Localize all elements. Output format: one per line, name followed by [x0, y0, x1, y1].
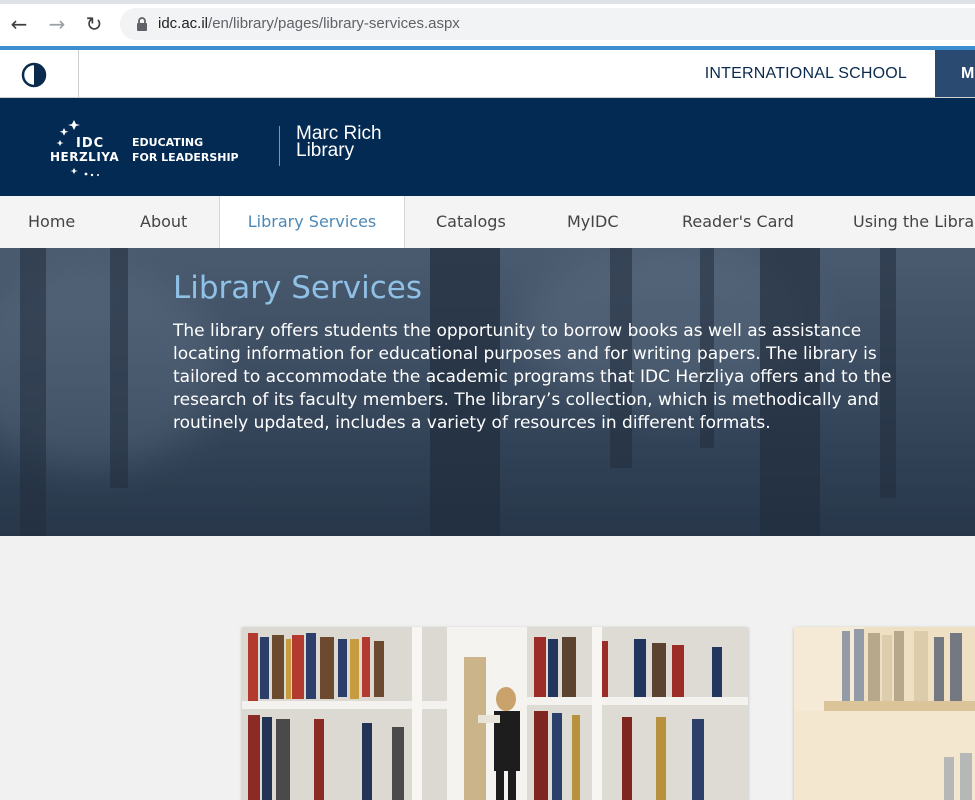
library-name-line-2: Library: [296, 140, 355, 161]
url-text: idc.ac.il/en/library/pages/library-servi…: [158, 15, 460, 32]
logo-tagline-1: EDUCATING: [132, 136, 204, 149]
contrast-icon: [21, 62, 47, 88]
nav-item-about[interactable]: About: [140, 196, 187, 248]
nav-item-myidc[interactable]: MyIDC: [567, 196, 618, 248]
logo-idc-text: IDC: [76, 136, 105, 151]
nav-item-library-services[interactable]: Library Services: [219, 196, 405, 249]
page-title: Library Services: [173, 270, 422, 306]
utility-bar: INTERNATIONAL SCHOOL M: [0, 50, 975, 98]
partial-tab-button[interactable]: M: [935, 50, 975, 97]
library-photo-card[interactable]: [242, 627, 748, 800]
header-divider: [279, 126, 280, 166]
browser-toolbar: ← → ↻ idc.ac.il/en/library/pages/library…: [0, 0, 975, 47]
tab-strip-edge: [0, 0, 975, 4]
blurred-shelf-photo: [794, 627, 975, 800]
page-description: The library offers students the opportun…: [173, 321, 892, 433]
international-school-link[interactable]: INTERNATIONAL SCHOOL: [705, 65, 907, 83]
address-bar[interactable]: idc.ac.il/en/library/pages/library-servi…: [120, 8, 975, 40]
idc-logo[interactable]: IDC HERZLIYA EDUCATING FOR LEADERSHIP: [48, 116, 248, 180]
bookshelves-photo: [242, 627, 748, 800]
nav-item-readers-card[interactable]: Reader's Card: [682, 196, 794, 248]
nav-item-home[interactable]: Home: [28, 196, 75, 248]
nav-item-using-library[interactable]: Using the Librar: [853, 196, 975, 248]
forward-arrow-icon[interactable]: →: [46, 13, 68, 35]
main-nav: Home About Library Services Catalogs MyI…: [0, 196, 975, 249]
url-host: idc.ac.il: [158, 15, 209, 32]
library-shelf-card[interactable]: [794, 627, 975, 800]
reload-icon[interactable]: ↻: [83, 13, 105, 35]
logo-tagline-2: FOR LEADERSHIP: [132, 151, 239, 164]
back-arrow-icon[interactable]: ←: [8, 13, 30, 35]
lock-icon: [137, 17, 147, 31]
logo-herzliya-text: HERZLIYA: [50, 150, 120, 164]
library-name[interactable]: Marc Rich Library: [296, 124, 382, 161]
contrast-toggle-button[interactable]: [0, 50, 79, 97]
url-path: /en/library/pages/library-services.aspx: [208, 15, 460, 32]
nav-item-catalogs[interactable]: Catalogs: [436, 196, 506, 248]
hero-banner: Library Services The library offers stud…: [0, 248, 975, 536]
site-header: IDC HERZLIYA EDUCATING FOR LEADERSHIP Ma…: [0, 98, 975, 196]
